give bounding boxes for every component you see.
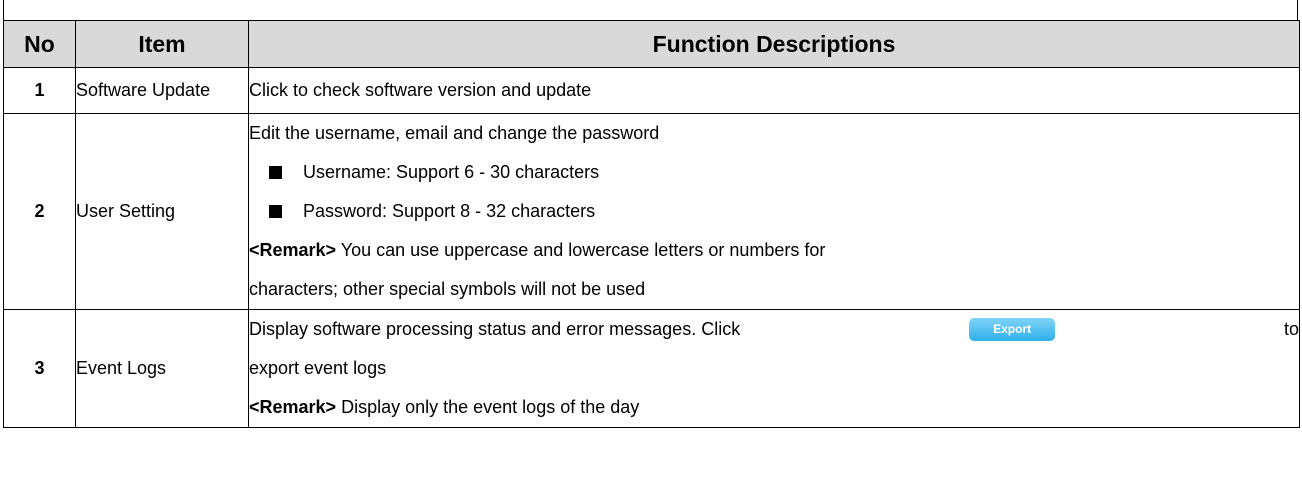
remark-continuation: characters; other special symbols will n… [249,279,646,299]
remark-text: You can use uppercase and lowercase lett… [336,240,826,260]
row-description: Display software processing status and e… [248,309,1300,428]
description-text: Display software processing status and e… [249,319,741,339]
row-item: Event Logs [75,309,249,428]
remark-line: <Remark> You can use uppercase and lower… [249,231,1299,270]
row-number: 1 [3,67,76,114]
remark-text: Display only the event logs of the day [336,397,640,417]
description-line: Display software processing status and e… [249,310,1299,349]
header-no: No [3,20,76,68]
square-bullet-icon [269,205,282,218]
header-function-descriptions: Function Descriptions [248,20,1300,68]
row-description: Edit the username, email and change the … [248,113,1300,310]
row-item: User Setting [75,113,249,310]
frame-border-right [1297,0,1298,20]
remark-line: <Remark> Display only the event logs of … [249,388,1299,427]
table-row: 1 Software Update Click to check softwar… [3,67,1300,114]
table-row: 2 User Setting Edit the username, email … [3,113,1300,310]
row-number: 2 [3,113,76,310]
description-text-to: to [1283,319,1299,339]
square-bullet-icon [269,166,282,179]
table-row: 3 Event Logs Display software processing… [3,309,1300,428]
function-table: No Item Function Descriptions 1 Software… [3,20,1300,428]
frame-border-left [3,0,4,20]
description-text: Click to check software version and upda… [249,80,592,100]
export-button[interactable]: Export [969,318,1056,341]
header-item: Item [75,20,249,68]
row-item: Software Update [75,67,249,114]
row-number: 3 [3,309,76,428]
remark-label: <Remark> [249,240,337,260]
table-header-row: No Item Function Descriptions [3,20,1300,68]
description-continuation: export event logs [249,358,387,378]
bullet-item: Username: Support 6 - 30 characters [249,153,1299,192]
description-text: Edit the username, email and change the … [249,123,660,143]
bullet-text: Username: Support 6 - 30 characters [303,162,600,182]
row-description: Click to check software version and upda… [248,67,1300,114]
bullet-item: Password: Support 8 - 32 characters [249,192,1299,231]
remark-label: <Remark> [249,397,337,417]
bullet-text: Password: Support 8 - 32 characters [303,201,596,221]
